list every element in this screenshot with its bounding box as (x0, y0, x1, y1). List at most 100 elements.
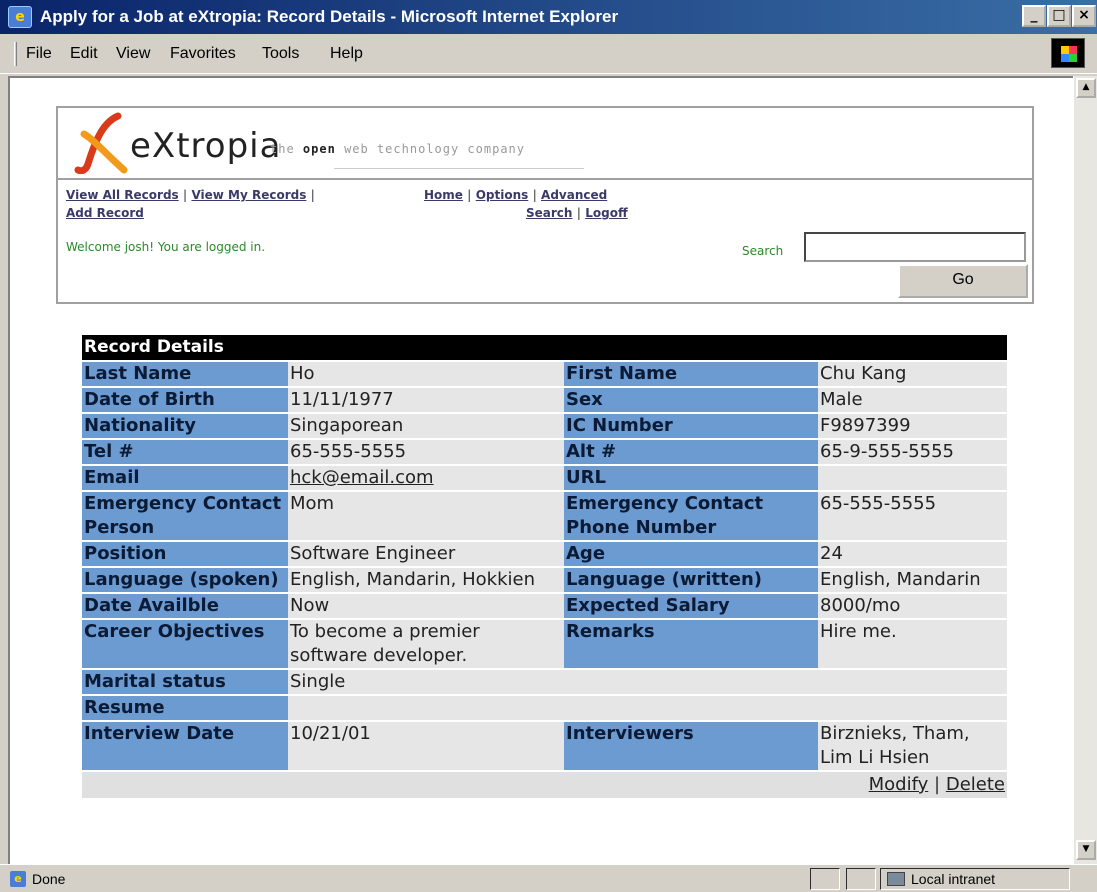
field-label: Marital status (82, 670, 288, 694)
field-value: 65-555-5555 (818, 492, 1007, 540)
table-row: Tel # 65-555-5555 Alt # 65-9-555-5555 (82, 440, 1007, 464)
search-input[interactable] (804, 232, 1026, 262)
field-value: Now (288, 594, 564, 618)
scroll-up-icon[interactable]: ▲ (1076, 78, 1096, 98)
nav-separator: | (576, 206, 582, 220)
field-label: Date Availble (82, 594, 288, 618)
field-label: Sex (564, 388, 818, 412)
options-link[interactable]: Options (476, 188, 529, 202)
logoff-link[interactable]: Logoff (585, 206, 627, 220)
field-value: Ho (288, 362, 564, 386)
home-link[interactable]: Home (424, 188, 463, 202)
zone-text: Local intranet (911, 871, 996, 887)
field-value: Single (288, 670, 1007, 694)
field-label: Resume (82, 696, 288, 720)
record-actions: Modify | Delete (82, 772, 1007, 798)
menu-tools[interactable]: Tools (262, 45, 299, 63)
nav-separator: | (467, 188, 472, 202)
table-row: Language (spoken) English, Mandarin, Hok… (82, 568, 1007, 592)
view-all-records-link[interactable]: View All Records (66, 188, 179, 202)
record-table: Last Name Ho First Name Chu Kang Date of… (82, 360, 1007, 772)
minimize-button[interactable]: _ (1022, 5, 1046, 27)
field-value: Singaporean (288, 414, 564, 438)
field-label: Emergency Contact Phone Number (564, 492, 818, 540)
windows-logo-icon (1051, 38, 1085, 68)
logo-tagline: the open web technology company (270, 142, 525, 156)
field-value (288, 696, 1007, 720)
field-value: Chu Kang (818, 362, 1007, 386)
menu-favorites[interactable]: Favorites (170, 45, 236, 63)
table-row: Last Name Ho First Name Chu Kang (82, 362, 1007, 386)
go-button[interactable]: Go (898, 264, 1028, 298)
view-my-records-link[interactable]: View My Records (191, 188, 306, 202)
field-label: Emergency Contact Person (82, 492, 288, 540)
zone-cell: Local intranet (880, 868, 1070, 890)
scroll-down-icon[interactable]: ▼ (1076, 840, 1096, 860)
menu-bar: File Edit View Favorites Tools Help (0, 34, 1097, 74)
field-value: To become a premier software developer. (288, 620, 564, 668)
field-value (818, 466, 1007, 490)
logo-row: eXtropia the open web technology company (58, 108, 1032, 180)
advanced-search-link[interactable]: Advanced (541, 188, 607, 202)
field-value: 8000/mo (818, 594, 1007, 618)
email-link[interactable]: hck@email.com (290, 467, 434, 488)
field-label: Nationality (82, 414, 288, 438)
menu-edit[interactable]: Edit (70, 45, 98, 63)
field-value: hck@email.com (288, 466, 564, 490)
field-value: Mom (288, 492, 564, 540)
modify-link[interactable]: Modify (869, 774, 929, 795)
status-text: Done (32, 871, 66, 887)
table-row: Emergency Contact Person Mom Emergency C… (82, 492, 1007, 540)
extropia-logo-icon (74, 112, 128, 174)
field-label: Career Objectives (82, 620, 288, 668)
nav-separator: | (182, 188, 188, 202)
site-header: eXtropia the open web technology company… (56, 106, 1034, 304)
field-value: Birznieks, Tham, Lim Li Hsien (818, 722, 1007, 770)
field-value: 24 (818, 542, 1007, 566)
table-row: Date Availble Now Expected Salary 8000/m… (82, 594, 1007, 618)
menu-view[interactable]: View (116, 45, 150, 63)
ie-icon: e (8, 6, 32, 28)
field-value: 11/11/1977 (288, 388, 564, 412)
nav-right-line2: Search | Logoff (526, 206, 628, 220)
table-row: Interview Date 10/21/01 Interviewers Bir… (82, 722, 1007, 770)
field-label: IC Number (564, 414, 818, 438)
close-button[interactable]: × (1072, 5, 1096, 27)
delete-link[interactable]: Delete (946, 774, 1005, 795)
action-separator: | (934, 774, 941, 795)
field-value: 65-9-555-5555 (818, 440, 1007, 464)
table-row: Date of Birth 11/11/1977 Sex Male (82, 388, 1007, 412)
menu-help[interactable]: Help (330, 45, 363, 63)
status-cell (846, 868, 876, 890)
tagline-post: web technology company (344, 142, 526, 156)
tagline-bold: open (302, 142, 336, 156)
record-details-heading: Record Details (82, 335, 1007, 360)
field-value: Male (818, 388, 1007, 412)
add-record-link[interactable]: Add Record (66, 206, 144, 220)
field-value: Hire me. (818, 620, 1007, 668)
window-title-bar[interactable]: e Apply for a Job at eXtropia: Record De… (0, 0, 1097, 34)
field-label: Language (spoken) (82, 568, 288, 592)
toolbar-grip[interactable] (14, 42, 17, 66)
logo-underline (334, 168, 584, 169)
table-row: Career Objectives To become a premier so… (82, 620, 1007, 668)
field-label: URL (564, 466, 818, 490)
field-label: Expected Salary (564, 594, 818, 618)
field-label: Language (written) (564, 568, 818, 592)
nav-left-line2: Add Record (66, 206, 144, 220)
field-value: Software Engineer (288, 542, 564, 566)
welcome-message: Welcome josh! You are logged in. (66, 240, 266, 254)
nav-separator: | (532, 188, 537, 202)
field-label: Interview Date (82, 722, 288, 770)
maximize-button[interactable]: □ (1047, 5, 1071, 27)
menu-file[interactable]: File (26, 45, 52, 63)
status-cell (810, 868, 840, 890)
field-label: Tel # (82, 440, 288, 464)
vertical-scrollbar[interactable]: ▲ ▼ (1073, 76, 1097, 864)
logo-text: eXtropia (130, 126, 282, 166)
field-label: First Name (564, 362, 818, 386)
advanced-search-link-2[interactable]: Search (526, 206, 572, 220)
status-bar: e Done Local intranet (0, 864, 1097, 892)
table-row: Resume (82, 696, 1007, 720)
local-intranet-icon (887, 872, 905, 886)
